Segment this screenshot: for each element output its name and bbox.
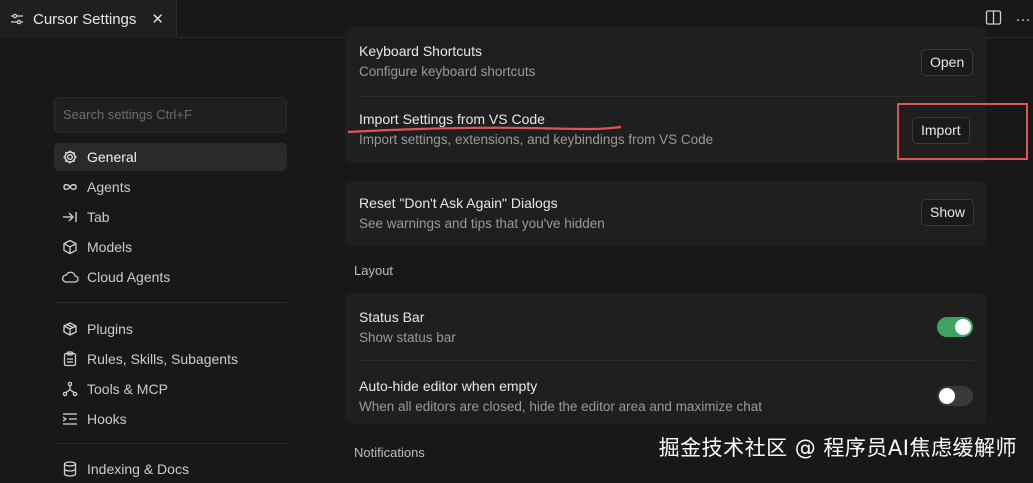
- sidebar-item-label: Hooks: [87, 411, 127, 427]
- search-input[interactable]: Search settings Ctrl+F: [54, 97, 287, 133]
- row-divider: [359, 360, 973, 361]
- clipboard-icon: [61, 350, 79, 368]
- sidebar-item-agents[interactable]: Agents: [54, 173, 287, 201]
- keyboard-shortcuts-row: Keyboard Shortcuts Configure keyboard sh…: [359, 43, 973, 79]
- sidebar-item-rules[interactable]: Rules, Skills, Subagents: [54, 345, 287, 373]
- status-bar-toggle[interactable]: [937, 317, 973, 337]
- row-title: Keyboard Shortcuts: [359, 43, 973, 59]
- sidebar-item-label: Agents: [87, 179, 131, 195]
- row-title: Status Bar: [359, 309, 973, 325]
- sidebar-divider: [54, 302, 287, 303]
- show-button[interactable]: Show: [921, 199, 974, 226]
- reset-dialogs-row: Reset "Don't Ask Again" Dialogs See warn…: [359, 195, 973, 231]
- gear-icon: [61, 148, 79, 166]
- row-description: Configure keyboard shortcuts: [359, 64, 973, 79]
- sidebar-item-hooks[interactable]: Hooks: [54, 405, 287, 433]
- reset-dialogs-card: Reset "Don't Ask Again" Dialogs See warn…: [345, 181, 987, 246]
- tab-arrow-icon: [61, 208, 79, 226]
- sidebar-divider: [54, 443, 287, 444]
- sidebar-item-label: Models: [87, 239, 132, 255]
- settings-sidebar: Search settings Ctrl+F General Agents Ta…: [0, 39, 300, 476]
- sidebar-item-indexing-docs[interactable]: Indexing & Docs: [54, 455, 287, 483]
- row-title: Reset "Don't Ask Again" Dialogs: [359, 195, 973, 211]
- plugin-box-icon: [61, 320, 79, 338]
- toggle-knob: [955, 319, 971, 335]
- hooks-list-icon: [61, 410, 79, 428]
- sidebar-item-tab[interactable]: Tab: [54, 203, 287, 231]
- sidebar-item-plugins[interactable]: Plugins: [54, 315, 287, 343]
- auto-hide-editor-toggle[interactable]: [937, 386, 973, 406]
- row-title: Auto-hide editor when empty: [359, 378, 973, 394]
- infinity-icon: [61, 178, 79, 196]
- sidebar-item-label: Rules, Skills, Subagents: [87, 351, 238, 367]
- cube-icon: [61, 238, 79, 256]
- database-icon: [61, 460, 79, 478]
- more-actions-icon[interactable]: …: [1015, 8, 1032, 26]
- settings-content: Keyboard Shortcuts Configure keyboard sh…: [300, 39, 1033, 476]
- auto-hide-editor-row: Auto-hide editor when empty When all edi…: [359, 378, 973, 414]
- network-icon: [61, 380, 79, 398]
- sidebar-item-label: General: [87, 149, 137, 165]
- sidebar-item-tools-mcp[interactable]: Tools & MCP: [54, 375, 287, 403]
- sidebar-item-models[interactable]: Models: [54, 233, 287, 261]
- sidebar-item-label: Tab: [87, 209, 110, 225]
- general-card: Keyboard Shortcuts Configure keyboard sh…: [345, 27, 987, 163]
- row-description: See warnings and tips that you've hidden: [359, 216, 973, 231]
- settings-sliders-icon: [9, 11, 25, 27]
- annotation-box: [897, 103, 1028, 160]
- row-description: When all editors are closed, hide the ed…: [359, 399, 973, 414]
- cloud-icon: [61, 268, 79, 286]
- sidebar-item-cloud-agents[interactable]: Cloud Agents: [54, 263, 287, 291]
- toggle-knob: [939, 388, 955, 404]
- tab-title: Cursor Settings: [33, 11, 136, 28]
- layout-card: Status Bar Show status bar Auto-hide edi…: [345, 293, 987, 424]
- open-keyboard-shortcuts-button[interactable]: Open: [921, 49, 973, 76]
- tab-cursor-settings[interactable]: Cursor Settings ✕: [0, 0, 177, 38]
- sidebar-item-general[interactable]: General: [54, 143, 287, 171]
- section-heading-layout: Layout: [354, 263, 393, 278]
- status-bar-row: Status Bar Show status bar: [359, 309, 973, 345]
- close-icon[interactable]: ✕: [151, 10, 164, 28]
- sidebar-item-label: Indexing & Docs: [87, 461, 189, 477]
- split-editor-icon[interactable]: [985, 9, 1002, 26]
- sidebar-item-label: Plugins: [87, 321, 133, 337]
- sidebar-item-label: Cloud Agents: [87, 269, 170, 285]
- row-divider: [359, 96, 973, 97]
- annotation-underline: [345, 123, 625, 139]
- section-heading-notifications: Notifications: [354, 445, 425, 460]
- sidebar-item-label: Tools & MCP: [87, 381, 168, 397]
- row-description: Show status bar: [359, 330, 973, 345]
- watermark: 掘金技术社区 @ 程序员AI焦虑缓解师: [659, 432, 1017, 462]
